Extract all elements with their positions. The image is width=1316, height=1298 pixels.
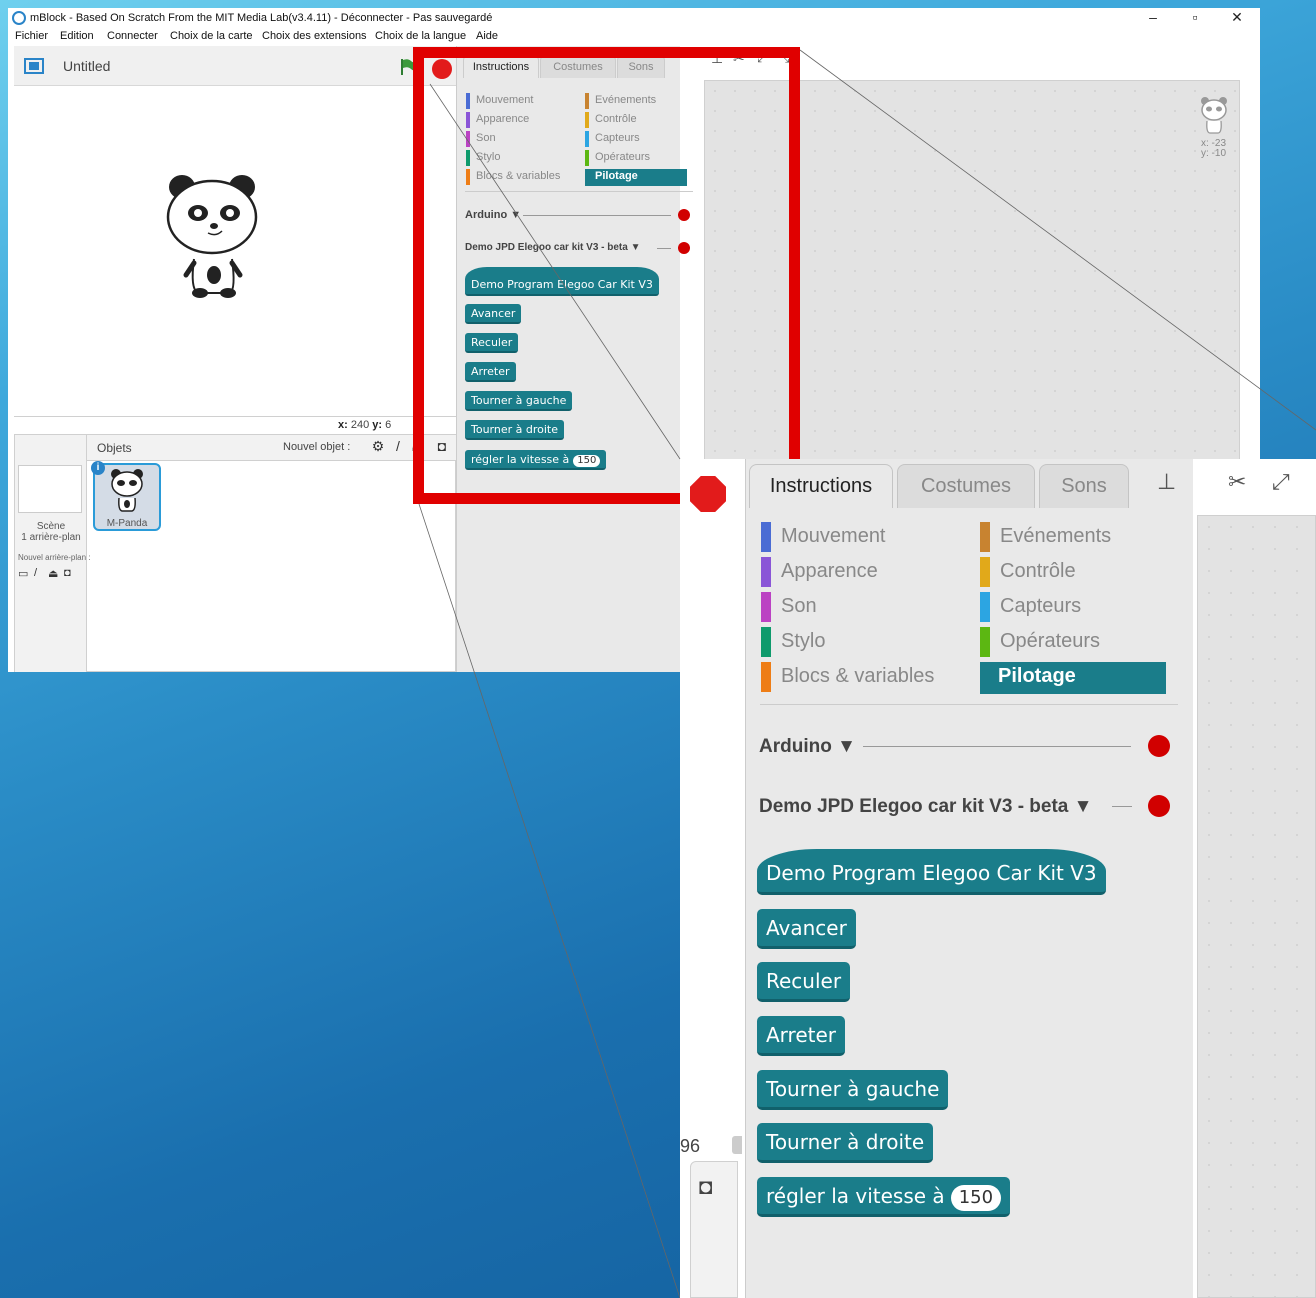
stamp-icon-zoomed[interactable]: ⊥ <box>1157 469 1176 495</box>
category-stylo-zoomed[interactable]: Stylo <box>761 627 971 657</box>
block-regler-vitesse-label-zoomed: régler la vitesse à <box>766 1184 945 1208</box>
elegoo-status-icon-zoomed <box>1148 795 1170 817</box>
block-regler-vitesse-zoomed[interactable]: régler la vitesse à 150 <box>757 1177 1011 1217</box>
category-operateurs-zoomed[interactable]: Opérateurs <box>980 627 1166 657</box>
blocks-palette-zoomed: Instructions Costumes Sons ⊥ Mouvement A… <box>745 459 1193 1298</box>
sprites-header-zoomed: ◘ <box>690 1161 738 1298</box>
extension-arduino-zoomed[interactable]: Arduino ▼ <box>759 736 856 758</box>
camera-icon[interactable]: ◘ <box>699 1174 712 1200</box>
arduino-status-icon-zoomed <box>1148 735 1170 757</box>
category-mouvement-zoomed[interactable]: Mouvement <box>761 522 971 552</box>
script-area-zoomed[interactable] <box>1197 515 1316 1298</box>
stop-icon-zoomed[interactable] <box>690 476 726 512</box>
grow-icon-zoomed[interactable]: ⤢ <box>1272 469 1290 495</box>
tab-costumes-zoomed[interactable]: Costumes <box>897 464 1035 508</box>
block-demo-program-zoomed[interactable]: Demo Program Elegoo Car Kit V3 <box>757 849 1106 895</box>
extension-demo-elegoo-zoomed[interactable]: Demo JPD Elegoo car kit V3 - beta ▼ <box>759 796 1092 818</box>
category-capteurs-zoomed[interactable]: Capteurs <box>980 592 1166 622</box>
block-tourner-droite-zoomed[interactable]: Tourner à droite <box>757 1123 934 1163</box>
tab-sons-zoomed[interactable]: Sons <box>1039 464 1129 508</box>
highlight-box <box>413 47 800 504</box>
speed-input-zoomed[interactable]: 150 <box>950 1185 1002 1211</box>
category-evenements-zoomed[interactable]: Evénements <box>980 522 1166 552</box>
zoom-panel: 96 ◘ Instructions Costumes Sons ⊥ Mouvem… <box>680 459 1316 1298</box>
category-apparence-zoomed[interactable]: Apparence <box>761 557 971 587</box>
block-reculer-zoomed[interactable]: Reculer <box>757 962 851 1002</box>
cut-icon-zoomed[interactable]: ✂ <box>1228 469 1246 495</box>
tab-instructions-zoomed[interactable]: Instructions <box>749 464 893 508</box>
block-arreter-zoomed[interactable]: Arreter <box>757 1016 846 1056</box>
category-controle-zoomed[interactable]: Contrôle <box>980 557 1166 587</box>
category-pilotage-zoomed[interactable]: Pilotage <box>980 662 1166 694</box>
block-avancer-zoomed[interactable]: Avancer <box>757 909 856 949</box>
block-tourner-gauche-zoomed[interactable]: Tourner à gauche <box>757 1070 949 1110</box>
category-son-zoomed[interactable]: Son <box>761 592 971 622</box>
coord-fragment: 96 <box>680 1136 701 1156</box>
category-blocs-variables-zoomed[interactable]: Blocs & variables <box>761 662 971 692</box>
collapse-handle[interactable] <box>732 1136 742 1154</box>
